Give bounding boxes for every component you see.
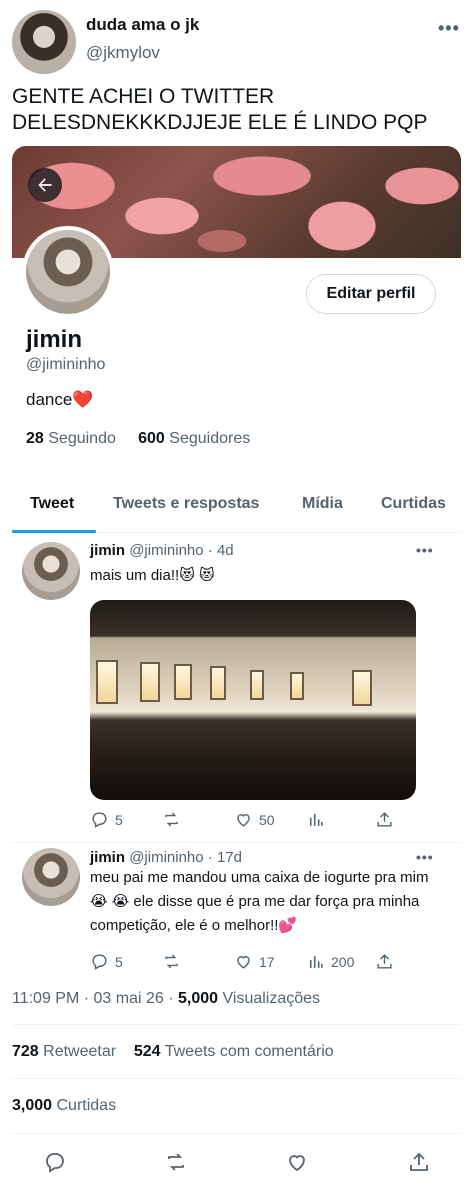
tweet-photo[interactable] [90,600,416,800]
studio-window [210,666,226,700]
engagement-stats: 728 Retweetar 524 Tweets com comentário [12,1043,334,1061]
profile-tabs: Tweet Tweets e respostas Mídia Curtidas [12,491,461,533]
reply-icon [46,1153,64,1173]
reply-button[interactable]: 5 [90,952,123,971]
like-button[interactable]: 17 [234,952,275,971]
share-icon [377,954,392,969]
tweet-author-handle[interactable]: @jimininho [129,542,203,559]
likes-total[interactable]: 3,000 [12,1097,52,1114]
tweet-author-name[interactable]: jimin [90,849,125,866]
analytics-icon [309,955,323,968]
tweet-author-handle[interactable]: @jimininho [129,849,203,866]
back-arrow-icon[interactable] [28,168,62,202]
attached-image[interactable]: Editar perfil jimin @jimininho dance❤️ 2… [12,146,461,1016]
profile-stats: 28 Seguindo 600 Seguidores [26,430,250,448]
likes-stats: 3,000 Curtidas [12,1097,116,1115]
divider [12,1024,461,1025]
tab-tweets[interactable]: Tweet [30,495,74,513]
author-avatar[interactable] [12,10,76,74]
views-total: 5,000 [178,990,219,1007]
share-button[interactable] [375,810,394,829]
retweet-button[interactable] [164,1150,188,1179]
share-button[interactable] [407,1150,431,1179]
tweet-actions: 5 17 200 [90,952,416,976]
heart-icon [289,1155,305,1172]
views-label: Visualizações [222,990,321,1007]
divider [12,1133,461,1134]
tweet-author-name[interactable]: jimin [90,542,125,559]
like-button[interactable]: 50 [234,810,275,829]
tweet-age[interactable]: 17d [217,849,242,866]
main-tweet-actions [0,1150,473,1180]
retweet-button[interactable] [162,952,181,971]
tweet-header: jimin @jimininho · 4d [90,542,234,559]
likes-label[interactable]: Curtidas [57,1097,117,1114]
share-button[interactable] [375,952,394,971]
following-label[interactable]: Seguindo [48,430,116,447]
analytics-icon [309,813,323,826]
heart-icon [237,956,250,969]
profile-name: jimin [26,326,83,353]
share-icon [377,812,392,827]
like-count: 17 [259,953,275,970]
reply-button[interactable]: 5 [90,810,123,829]
author-handle[interactable]: @jkmylov [86,43,160,63]
following-count[interactable]: 28 [26,430,44,447]
edit-profile-button[interactable]: Editar perfil [306,274,436,314]
reply-count: 5 [115,811,123,828]
active-tab-indicator [12,530,96,533]
more-options-icon[interactable]: ••• [438,18,460,39]
retweet-icon [165,812,178,827]
tweet-divider [12,842,461,843]
reply-icon [92,954,107,970]
tab-tweets-and-replies[interactable]: Tweets e respostas [113,495,259,513]
retweet-icon [168,1153,184,1171]
retweets-total[interactable]: 728 [12,1043,39,1060]
tweet-time[interactable]: 11:09 PM [12,990,79,1007]
quotes-label[interactable]: Tweets com comentário [165,1043,334,1060]
retweet-icon [165,954,178,969]
divider [12,1078,461,1079]
tweet-body: mais um dia!!😻 😻 [90,567,215,584]
reply-count: 5 [115,953,123,970]
views-button[interactable] [306,810,331,829]
followers-count[interactable]: 600 [138,430,165,447]
followers-label[interactable]: Seguidores [169,430,250,447]
profile-handle: @jimininho [26,356,106,373]
profile-bio: dance❤️ [26,390,94,409]
tweet-timestamp: 11:09 PM · 03 mai 26 · 5,000 Visualizaçõ… [12,990,321,1007]
retweets-label[interactable]: Retweetar [43,1043,116,1060]
reply-button[interactable] [43,1150,67,1179]
tweet-text: GENTE ACHEI O TWITTER DELESDNEKKKDJJEJE … [12,85,428,134]
tweet-date[interactable]: 03 mai 26 [94,990,164,1007]
studio-window [174,664,192,700]
studio-window [290,672,304,700]
like-count: 50 [259,811,275,828]
tab-media[interactable]: Mídia [302,495,343,513]
tweet-actions: 5 50 [90,810,416,834]
studio-window [140,662,160,702]
quotes-total[interactable]: 524 [134,1043,161,1060]
like-button[interactable] [285,1150,309,1179]
retweet-button[interactable] [162,810,181,829]
reply-icon [92,812,107,828]
studio-door [352,670,372,706]
profile-avatar[interactable] [22,226,114,318]
tweet-header: jimin @jimininho · 17d [90,849,242,866]
studio-window [96,660,118,704]
tweet-avatar[interactable] [22,542,80,600]
author-display-name[interactable]: duda ama o jk [86,15,199,35]
tweet-age[interactable]: 4d [217,542,234,559]
views-button[interactable]: 200 [306,952,354,971]
tweet-more-icon[interactable]: ••• [416,542,434,558]
share-icon [410,1152,428,1171]
views-count: 200 [331,953,355,970]
studio-window [250,670,264,700]
tweet-avatar[interactable] [22,848,80,906]
tab-likes[interactable]: Curtidas [381,495,446,513]
tweet-body: meu pai me mandou uma caixa de iogurte p… [90,869,429,934]
tweet-more-icon[interactable]: ••• [416,849,434,865]
heart-icon [237,814,250,827]
